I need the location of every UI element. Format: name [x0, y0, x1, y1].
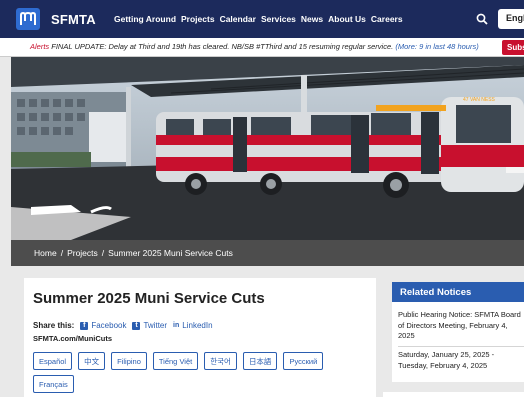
sidebar-card — [383, 392, 524, 397]
lang-button-chinese[interactable]: 中文 — [78, 352, 106, 370]
sfmta-m-logo-icon[interactable] — [16, 8, 40, 30]
alert-more-link[interactable]: (More: 9 in last 48 hours) — [395, 42, 478, 51]
top-navigation: SFMTA Getting Around Projects Calendar S… — [0, 0, 524, 38]
page-title: Summer 2025 Muni Service Cuts — [33, 290, 265, 307]
bus-photo: 47 VAN NESS — [11, 57, 524, 240]
main-content: Summer 2025 Muni Service Cuts Share this… — [24, 278, 376, 397]
search-icon[interactable] — [476, 13, 488, 25]
alert-label[interactable]: Alerts — [30, 42, 49, 51]
brand-name[interactable]: SFMTA — [51, 12, 96, 27]
breadcrumb-projects[interactable]: Projects — [67, 248, 98, 258]
breadcrumb: Home / Projects / Summer 2025 Muni Service C… — [11, 240, 524, 266]
nav-projects[interactable]: Projects — [181, 14, 215, 24]
breadcrumb-separator: / — [60, 248, 64, 258]
alert-bar: Alerts FINAL UPDATE: Delay at Third and … — [0, 38, 524, 57]
related-notice-dates: Saturday, January 25, 2025 - Tuesday, Fe… — [398, 350, 495, 370]
lang-button-russian[interactable]: Русский — [283, 352, 324, 370]
facebook-icon: f — [80, 321, 89, 330]
divider — [398, 346, 524, 347]
language-select[interactable]: English — [498, 9, 524, 29]
lang-button-filipino[interactable]: Filipino — [111, 352, 147, 370]
related-notices-title: Related Notices — [392, 282, 524, 302]
subscribe-button[interactable]: Subscribe — [502, 40, 524, 55]
hero-image: 47 VAN NESS — [11, 57, 524, 240]
related-notice-title[interactable]: Public Hearing Notice: SFMTA Board of Di… — [398, 310, 524, 342]
breadcrumb-trail: Home / Projects / Summer 2025 Muni Service C… — [34, 248, 233, 258]
nav-getting-around[interactable]: Getting Around — [114, 14, 176, 24]
short-link: SFMTA.com/MuniCuts — [33, 334, 113, 343]
language-buttons: Español 中文 Filipino Tiếng Việt 한국어 日本語 Р… — [33, 352, 363, 393]
alert-text: FINAL UPDATE: Delay at Third and 19th ha… — [51, 42, 394, 51]
share-twitter-label: Twitter — [143, 321, 168, 330]
twitter-icon: t — [132, 321, 141, 330]
breadcrumb-current: Summer 2025 Muni Service Cuts — [108, 248, 233, 258]
alert-message: Alerts FINAL UPDATE: Delay at Third and … — [30, 42, 479, 51]
share-linkedin[interactable]: in LinkedIn — [173, 321, 212, 330]
lang-button-vietnamese[interactable]: Tiếng Việt — [152, 352, 199, 370]
share-label: Share this: — [33, 321, 75, 330]
bus-route-sign: 47 VAN NESS — [463, 97, 496, 103]
linkedin-icon: in — [173, 321, 180, 329]
lang-button-korean[interactable]: 한국어 — [204, 352, 237, 370]
lang-button-french[interactable]: Français — [33, 375, 74, 393]
share-facebook-label: Facebook — [91, 321, 127, 330]
nav-services[interactable]: Services — [261, 14, 296, 24]
nav-careers[interactable]: Careers — [371, 14, 403, 24]
main-nav: Getting Around Projects Calendar Service… — [114, 14, 403, 24]
nav-news[interactable]: News — [301, 14, 323, 24]
nav-calendar[interactable]: Calendar — [220, 14, 256, 24]
nav-about-us[interactable]: About Us — [328, 14, 366, 24]
breadcrumb-separator: / — [101, 248, 105, 258]
share-linkedin-label: LinkedIn — [182, 321, 213, 330]
lang-button-spanish[interactable]: Español — [33, 352, 73, 370]
share-bar: Share this: f Facebook t Twitter in LinkedI… — [33, 321, 213, 330]
breadcrumb-home[interactable]: Home — [34, 248, 57, 258]
share-facebook[interactable]: f Facebook — [80, 321, 126, 330]
related-notices: Related Notices Public Hearing Notice: S… — [392, 282, 524, 382]
lang-button-japanese[interactable]: 日本語 — [242, 352, 278, 370]
share-twitter[interactable]: t Twitter — [132, 321, 167, 330]
